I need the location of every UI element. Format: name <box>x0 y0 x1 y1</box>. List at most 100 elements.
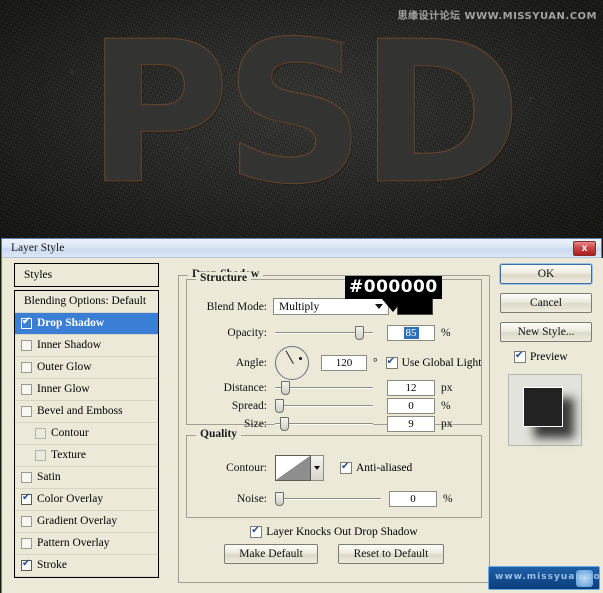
noise-input[interactable]: 0 <box>389 491 437 507</box>
chevron-down-icon <box>314 466 320 470</box>
knockout-row: Layer Knocks Out Drop Shadow <box>178 526 490 541</box>
sidebar-item-inner-glow[interactable]: Inner Glow <box>15 379 158 401</box>
sidebar-item-bevel-and-emboss[interactable]: Bevel and Emboss <box>15 401 158 423</box>
cancel-button[interactable]: Cancel <box>500 293 592 313</box>
distance-slider-thumb[interactable] <box>281 381 290 395</box>
sidebar-item-texture[interactable]: Texture <box>15 445 158 467</box>
sidebar-item-stroke[interactable]: Stroke <box>15 555 158 577</box>
checkbox-contour[interactable] <box>35 428 46 439</box>
distance-input[interactable]: 12 <box>387 380 435 396</box>
preview-checkbox[interactable]: Preview <box>514 351 568 363</box>
noise-slider-thumb[interactable] <box>275 492 284 506</box>
noise-unit: % <box>443 493 453 505</box>
dialog-actions: OK Cancel New Style... Preview <box>500 264 596 446</box>
canvas-watermark: 思缘设计论坛 WWW.MISSYUAN.COM <box>398 7 597 22</box>
anti-aliased-label: Anti-aliased <box>356 462 412 474</box>
styles-list: Blending Options: Default Drop Shadow In… <box>14 290 159 578</box>
sidebar-item-drop-shadow[interactable]: Drop Shadow <box>15 313 158 335</box>
size-unit: px <box>441 418 453 430</box>
distance-unit: px <box>441 382 453 394</box>
checkbox-inner-shadow[interactable] <box>21 340 32 351</box>
sidebar-item-blending-options[interactable]: Blending Options: Default <box>15 291 158 313</box>
layer-style-dialog: Layer Style x Styles Blending Options: D… <box>1 238 602 593</box>
sidebar-item-satin[interactable]: Satin <box>15 467 158 489</box>
angle-label: Angle: <box>195 357 267 369</box>
sidebar-item-color-overlay[interactable]: Color Overlay <box>15 489 158 511</box>
taskbar-watermark: www.missyuan.com <box>488 566 600 590</box>
checkbox-texture[interactable] <box>35 450 46 461</box>
sidebar-item-label: Satin <box>37 467 61 488</box>
size-input[interactable]: 9 <box>387 416 435 432</box>
sidebar-item-label: Texture <box>51 445 86 466</box>
spread-slider[interactable] <box>275 399 373 413</box>
quality-group-title: Quality <box>196 428 241 440</box>
document-canvas: PSD 思缘设计论坛 WWW.MISSYUAN.COM <box>0 0 603 240</box>
dialog-title: Layer Style <box>11 242 64 254</box>
ok-button[interactable]: OK <box>500 264 592 284</box>
use-global-light-checkbox[interactable]: Use Global Light <box>386 357 482 369</box>
use-global-light-label: Use Global Light <box>402 357 482 369</box>
opacity-input[interactable]: 85 <box>387 325 435 341</box>
opacity-slider[interactable] <box>275 326 373 340</box>
default-buttons: Make Default Reset to Default <box>178 544 490 564</box>
angle-unit: ° <box>373 357 378 369</box>
sidebar-item-inner-shadow[interactable]: Inner Shadow <box>15 335 158 357</box>
checkbox-bevel-and-emboss[interactable] <box>21 406 32 417</box>
noise-label: Noise: <box>195 493 267 505</box>
make-default-button[interactable]: Make Default <box>224 544 318 564</box>
opacity-label: Opacity: <box>195 327 267 339</box>
checkbox-satin[interactable] <box>21 472 32 483</box>
styles-header: Styles <box>14 263 159 287</box>
sidebar-item-label: Stroke <box>37 555 67 576</box>
sidebar-item-label: Gradient Overlay <box>37 511 117 532</box>
sidebar-item-label: Bevel and Emboss <box>37 401 123 422</box>
blend-mode-label: Blend Mode: <box>195 301 267 313</box>
anti-aliased-checkbox[interactable]: Anti-aliased <box>340 462 412 474</box>
distance-slider[interactable] <box>275 381 373 395</box>
structure-group-title: Structure <box>196 272 251 284</box>
angle-input[interactable]: 120 <box>321 355 367 371</box>
opacity-slider-thumb[interactable] <box>355 326 364 340</box>
checkbox-pattern-overlay[interactable] <box>21 538 32 549</box>
checkbox-box <box>250 526 262 538</box>
checkbox-inner-glow[interactable] <box>21 384 32 395</box>
quality-group: Quality Contour: Anti-aliased Noise: <box>186 435 482 518</box>
checkbox-stroke[interactable] <box>21 560 32 571</box>
preview-row: Preview <box>500 351 596 366</box>
layer-knocks-out-checkbox[interactable]: Layer Knocks Out Drop Shadow <box>250 526 417 538</box>
sidebar-item-label: Drop Shadow <box>37 313 104 334</box>
sidebar-item-pattern-overlay[interactable]: Pattern Overlay <box>15 533 158 555</box>
sidebar-item-gradient-overlay[interactable]: Gradient Overlay <box>15 511 158 533</box>
sidebar-item-label: Color Overlay <box>37 489 103 510</box>
blending-options-label: Blending Options: Default <box>24 291 146 312</box>
noise-slider[interactable] <box>275 492 381 506</box>
new-style-button[interactable]: New Style... <box>500 322 592 342</box>
close-icon[interactable]: x <box>573 241 596 256</box>
sidebar-item-label: Outer Glow <box>37 357 92 378</box>
sidebar-item-contour[interactable]: Contour <box>15 423 158 445</box>
noise-slider-track <box>275 498 381 500</box>
opacity-value: 85 <box>404 327 419 339</box>
spread-input[interactable]: 0 <box>387 398 435 414</box>
size-slider-thumb[interactable] <box>280 417 289 431</box>
contour-preview[interactable] <box>275 455 311 481</box>
taskbar-icon <box>576 570 593 587</box>
angle-dial[interactable] <box>275 346 309 380</box>
blend-mode-value: Multiply <box>279 301 319 313</box>
contour-dropdown-button[interactable] <box>311 455 324 481</box>
checkbox-outer-glow[interactable] <box>21 362 32 373</box>
reset-to-default-button[interactable]: Reset to Default <box>338 544 444 564</box>
callout-arrow-icon <box>382 299 404 312</box>
dialog-titlebar[interactable]: Layer Style x <box>2 239 601 258</box>
sidebar-item-outer-glow[interactable]: Outer Glow <box>15 357 158 379</box>
opacity-unit: % <box>441 327 451 339</box>
checkbox-gradient-overlay[interactable] <box>21 516 32 527</box>
size-slider[interactable] <box>275 417 373 431</box>
color-hex-value: #000000 <box>345 276 442 299</box>
checkbox-color-overlay[interactable] <box>21 494 32 505</box>
sidebar-item-label: Contour <box>51 423 89 444</box>
distance-label: Distance: <box>195 382 267 394</box>
spread-slider-thumb[interactable] <box>275 399 284 413</box>
angle-dot <box>299 357 302 360</box>
checkbox-drop-shadow[interactable] <box>21 318 32 329</box>
